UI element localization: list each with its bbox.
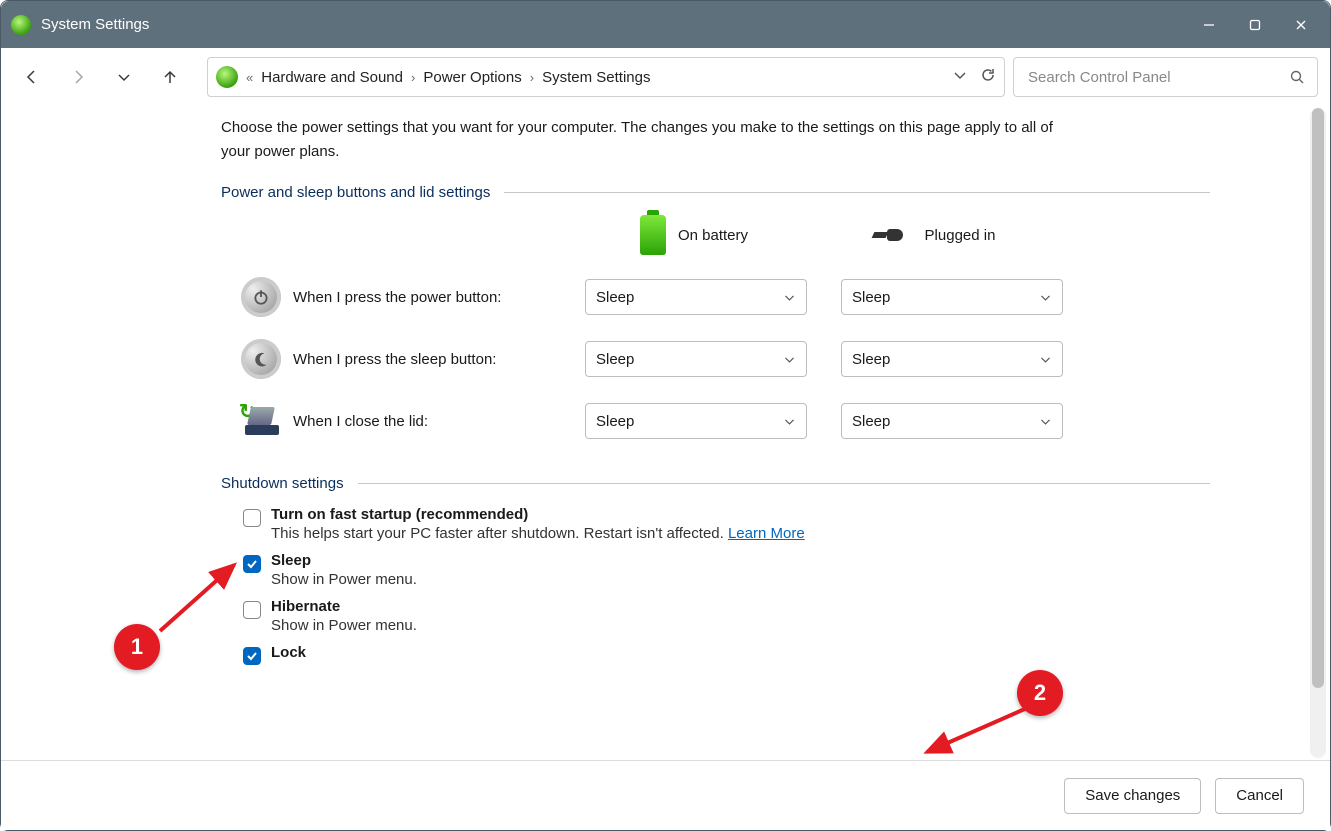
chevron-right-icon: ›	[411, 70, 415, 85]
row-label: When I close the lid:	[293, 413, 573, 430]
sleep-button-battery-select[interactable]: Sleep	[585, 341, 807, 377]
app-icon	[11, 15, 31, 35]
power-button-plugged-select[interactable]: Sleep	[841, 279, 1063, 315]
forward-button[interactable]	[59, 58, 97, 96]
back-button[interactable]	[13, 58, 51, 96]
search-box[interactable]	[1013, 57, 1318, 97]
option-desc: Show in Power menu.	[271, 571, 417, 588]
learn-more-link[interactable]: Learn More	[728, 525, 805, 542]
minimize-button[interactable]	[1186, 1, 1232, 48]
power-icon	[241, 277, 281, 317]
chevron-right-icon: ›	[530, 70, 534, 85]
option-title: Lock	[271, 644, 306, 661]
refresh-button[interactable]	[980, 67, 996, 87]
window-title: System Settings	[41, 16, 149, 33]
recent-locations-button[interactable]	[105, 58, 143, 96]
shutdown-settings-list: Turn on fast startup (recommended) This …	[243, 506, 1210, 665]
plug-icon	[873, 226, 913, 244]
breadcrumb-item[interactable]: Hardware and Sound	[261, 69, 403, 86]
maximize-button[interactable]	[1232, 1, 1278, 48]
fast-startup-option: Turn on fast startup (recommended) This …	[243, 506, 1210, 542]
section-header-shutdown: Shutdown settings	[221, 475, 1210, 492]
save-changes-button[interactable]: Save changes	[1064, 778, 1201, 814]
lid-icon: ↻	[241, 403, 281, 439]
breadcrumb-item[interactable]: System Settings	[542, 69, 650, 86]
window-frame: System Settings « Hardware and Sound ›	[0, 0, 1331, 831]
option-title: Sleep	[271, 552, 417, 569]
column-label-battery: On battery	[678, 227, 748, 244]
intro-text: Choose the power settings that you want …	[221, 116, 1081, 164]
lock-option: Lock	[243, 644, 1210, 665]
option-title: Turn on fast startup (recommended)	[271, 506, 805, 523]
up-button[interactable]	[151, 58, 189, 96]
sleep-icon	[241, 339, 281, 379]
lid-close-plugged-select[interactable]: Sleep	[841, 403, 1063, 439]
breadcrumb-item[interactable]: Power Options	[423, 69, 521, 86]
sleep-button-row: When I press the sleep button: Sleep Sle…	[221, 339, 1210, 379]
annotation-arrow-2	[917, 702, 1047, 760]
column-label-plugged: Plugged in	[925, 227, 996, 244]
lock-checkbox[interactable]	[243, 647, 261, 665]
row-label: When I press the power button:	[293, 289, 573, 306]
row-label: When I press the sleep button:	[293, 351, 573, 368]
battery-icon	[640, 215, 666, 255]
chevron-down-icon[interactable]	[952, 67, 968, 87]
column-headers: On battery Plugged in	[579, 215, 1210, 255]
scrollbar-thumb[interactable]	[1312, 108, 1324, 688]
annotation-arrow-1	[148, 553, 248, 643]
lid-close-row: ↻ When I close the lid: Sleep Sleep	[221, 401, 1210, 441]
option-desc: Show in Power menu.	[271, 617, 417, 634]
lid-close-battery-select[interactable]: Sleep	[585, 403, 807, 439]
fast-startup-checkbox[interactable]	[243, 509, 261, 527]
option-desc: This helps start your PC faster after sh…	[271, 525, 805, 542]
section-title: Power and sleep buttons and lid settings	[221, 184, 490, 201]
power-button-battery-select[interactable]: Sleep	[585, 279, 807, 315]
scrollbar[interactable]	[1310, 108, 1326, 758]
sleep-button-plugged-select[interactable]: Sleep	[841, 341, 1063, 377]
footer: Save changes Cancel	[1, 760, 1330, 830]
location-icon	[216, 66, 238, 88]
close-button[interactable]	[1278, 1, 1324, 48]
cancel-button[interactable]: Cancel	[1215, 778, 1304, 814]
navbar: « Hardware and Sound › Power Options › S…	[1, 48, 1330, 106]
titlebar: System Settings	[1, 1, 1330, 48]
section-title: Shutdown settings	[221, 475, 344, 492]
section-header-buttons: Power and sleep buttons and lid settings	[221, 184, 1210, 201]
option-title: Hibernate	[271, 598, 417, 615]
hibernate-option: Hibernate Show in Power menu.	[243, 598, 1210, 634]
address-bar[interactable]: « Hardware and Sound › Power Options › S…	[207, 57, 1005, 97]
power-button-row: When I press the power button: Sleep Sle…	[221, 277, 1210, 317]
search-icon	[1289, 69, 1305, 85]
chevron-left-icon: «	[246, 70, 253, 85]
sleep-option: Sleep Show in Power menu.	[243, 552, 1210, 588]
search-input[interactable]	[1026, 68, 1289, 87]
content-pane: Choose the power settings that you want …	[1, 106, 1330, 760]
